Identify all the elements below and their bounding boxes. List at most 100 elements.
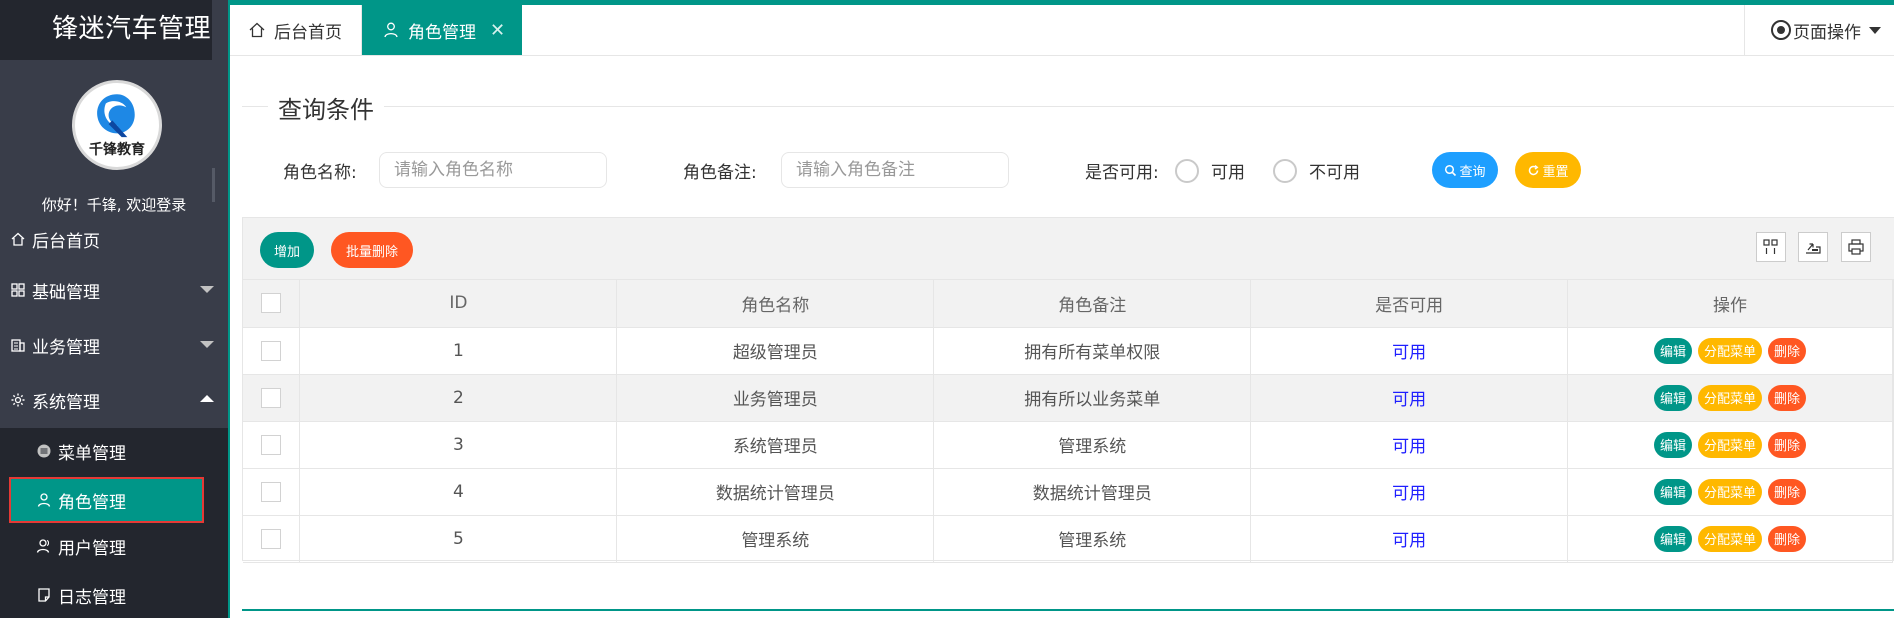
cell-actions: 编辑 分配菜单 删除 <box>1567 327 1893 375</box>
delete-button[interactable]: 删除 <box>1768 478 1807 505</box>
sidebar-scrollbar[interactable] <box>212 168 215 202</box>
sidebar-item-user-management[interactable]: 用户管理 <box>0 529 228 563</box>
left-accent-bar <box>228 0 230 618</box>
refresh-icon <box>1527 164 1540 177</box>
tab-home[interactable]: 后台首页 <box>230 5 362 55</box>
select-all-cell <box>243 280 301 328</box>
radio-label: 不可用 <box>1309 163 1360 183</box>
cell-role-remark: 管理系统 <box>933 515 1252 563</box>
sidebar-item-menu-management[interactable]: 菜单管理 <box>0 434 228 468</box>
column-header-role-name[interactable]: 角色名称 <box>616 280 935 328</box>
export-button[interactable] <box>1798 232 1828 262</box>
row-checkbox[interactable] <box>261 340 282 361</box>
qianfeng-logo-icon: 千锋教育 <box>75 83 159 167</box>
table-toolbar: 增加 批量删除 <box>243 218 1894 280</box>
chevron-down-icon <box>200 286 214 293</box>
assign-menu-button[interactable]: 分配菜单 <box>1698 337 1763 364</box>
row-select-cell <box>243 421 301 469</box>
assign-menu-button[interactable]: 分配菜单 <box>1698 431 1763 458</box>
table-row[interactable]: 3 系统管理员 管理系统 可用 编辑 分配菜单 删除 <box>243 421 1893 469</box>
sidebar-item-home[interactable]: 后台首页 <box>0 222 228 256</box>
cell-role-remark: 拥有所有菜单权限 <box>933 327 1252 375</box>
row-checkbox[interactable] <box>261 387 282 408</box>
cell-role-name: 系统管理员 <box>616 421 935 469</box>
sidebar-item-role-management[interactable]: 角色管理 <box>9 477 204 523</box>
chevron-down-icon <box>1869 26 1881 34</box>
page-operations-dropdown[interactable]: 页面操作 <box>1744 5 1894 55</box>
bottom-accent-bar <box>242 609 1894 611</box>
target-icon <box>1771 20 1791 40</box>
columns-icon <box>1763 239 1778 254</box>
sidebar-item-log-management[interactable]: 日志管理 <box>0 578 228 612</box>
brand-title: 锋迷汽车管理 <box>0 0 212 60</box>
radio-circle[interactable] <box>1175 158 1199 183</box>
reset-button[interactable]: 重置 <box>1515 152 1581 188</box>
delete-button[interactable]: 删除 <box>1768 384 1807 411</box>
cell-available: 可用 <box>1250 515 1569 563</box>
sidebar-item-label: 角色管理 <box>58 492 126 513</box>
cell-actions: 编辑 分配菜单 删除 <box>1567 515 1893 563</box>
sidebar-item-basic[interactable]: 基础管理 <box>0 268 228 312</box>
radio-label: 可用 <box>1211 163 1245 183</box>
row-checkbox[interactable] <box>261 481 282 502</box>
role-remark-label: 角色备注: <box>683 163 757 183</box>
columns-filter-button[interactable] <box>1756 232 1786 262</box>
query-fieldset-border <box>242 106 1894 107</box>
logo-text: 千锋教育 <box>89 141 145 158</box>
print-button[interactable] <box>1841 232 1871 262</box>
batch-delete-label: 批量删除 <box>345 244 398 260</box>
edit-button[interactable]: 编辑 <box>1654 384 1693 411</box>
assign-menu-button[interactable]: 分配菜单 <box>1698 525 1763 552</box>
table-row[interactable]: 1 超级管理员 拥有所有菜单权限 可用 编辑 分配菜单 删除 <box>243 327 1893 375</box>
add-button[interactable]: 增加 <box>260 232 314 268</box>
row-checkbox[interactable] <box>261 434 282 455</box>
column-header-available[interactable]: 是否可用 <box>1250 280 1569 328</box>
grid-icon <box>10 282 26 298</box>
edit-button[interactable]: 编辑 <box>1654 478 1693 505</box>
table-row[interactable]: 5 管理系统 管理系统 可用 编辑 分配菜单 删除 <box>243 515 1893 563</box>
delete-button[interactable]: 删除 <box>1768 337 1807 364</box>
tab-role-management[interactable]: 角色管理 ✕ <box>362 5 522 55</box>
role-name-input[interactable] <box>379 152 607 188</box>
cell-actions: 编辑 分配菜单 删除 <box>1567 468 1893 516</box>
avatar[interactable]: 千锋教育 <box>72 80 162 170</box>
close-icon[interactable]: ✕ <box>490 20 505 41</box>
radio-unavailable[interactable]: 不可用 <box>1273 158 1360 183</box>
cell-role-name: 管理系统 <box>616 515 935 563</box>
cell-id: 5 <box>299 515 618 563</box>
sidebar-item-label: 基础管理 <box>32 282 100 303</box>
edit-button[interactable]: 编辑 <box>1654 525 1693 552</box>
sidebar-item-system[interactable]: 系统管理 <box>0 378 228 422</box>
cell-available: 可用 <box>1250 374 1569 422</box>
select-all-checkbox[interactable] <box>261 293 282 314</box>
role-name-label: 角色名称: <box>283 163 357 183</box>
tab-label: 后台首页 <box>274 22 342 43</box>
sidebar-item-label: 日志管理 <box>58 587 126 608</box>
column-header-actions: 操作 <box>1567 280 1893 328</box>
batch-delete-button[interactable]: 批量删除 <box>331 232 413 268</box>
add-button-label: 增加 <box>273 244 300 260</box>
sidebar-item-label: 系统管理 <box>32 392 100 413</box>
building-icon <box>10 337 26 353</box>
cell-id: 3 <box>299 421 618 469</box>
column-header-id[interactable]: ID <box>299 280 618 328</box>
cell-role-name: 超级管理员 <box>616 327 935 375</box>
sidebar-item-business[interactable]: 业务管理 <box>0 323 228 367</box>
edit-button[interactable]: 编辑 <box>1654 337 1693 364</box>
chevron-down-icon <box>200 341 214 348</box>
query-title: 查询条件 <box>268 90 384 125</box>
search-button[interactable]: 查询 <box>1432 152 1498 188</box>
table-row[interactable]: 4 数据统计管理员 数据统计管理员 可用 编辑 分配菜单 删除 <box>243 468 1893 516</box>
column-header-role-remark[interactable]: 角色备注 <box>933 280 1252 328</box>
radio-available[interactable]: 可用 <box>1175 158 1245 183</box>
row-checkbox[interactable] <box>261 528 282 549</box>
role-remark-input[interactable] <box>781 152 1009 188</box>
cell-role-name: 业务管理员 <box>616 374 935 422</box>
table-row[interactable]: 2 业务管理员 拥有所以业务菜单 可用 编辑 分配菜单 删除 <box>243 374 1893 422</box>
delete-button[interactable]: 删除 <box>1768 431 1807 458</box>
assign-menu-button[interactable]: 分配菜单 <box>1698 384 1763 411</box>
assign-menu-button[interactable]: 分配菜单 <box>1698 478 1763 505</box>
radio-circle[interactable] <box>1273 158 1297 183</box>
edit-button[interactable]: 编辑 <box>1654 431 1693 458</box>
delete-button[interactable]: 删除 <box>1768 525 1807 552</box>
